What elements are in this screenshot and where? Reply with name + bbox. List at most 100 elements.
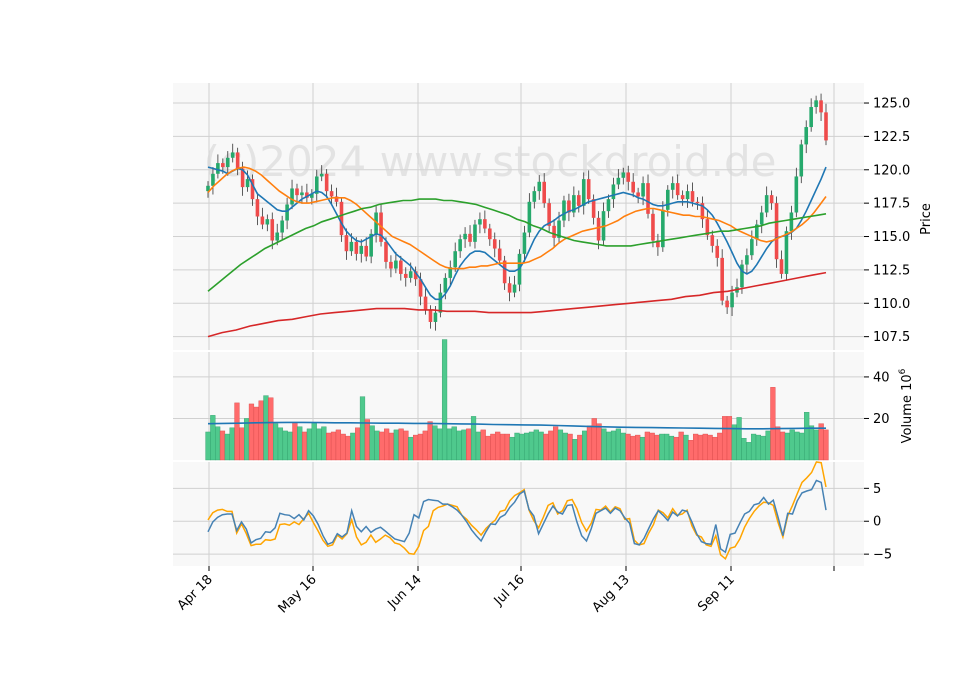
volume-bar [620, 432, 626, 461]
volume-bar [499, 433, 506, 461]
candle-body [507, 283, 512, 293]
volume-bar [311, 422, 317, 461]
x-tick-label: May 16 [276, 572, 320, 616]
candle-body [675, 183, 680, 196]
volume-bar [586, 425, 593, 461]
volume-bar [408, 436, 414, 461]
candle-body [542, 181, 546, 204]
osc-tick-label: −5 [873, 548, 892, 563]
volume-bar [630, 435, 636, 461]
volume-bar [741, 437, 747, 461]
candle-body [636, 192, 640, 197]
volume-bar [755, 434, 762, 461]
volume-bar [581, 430, 588, 461]
candle-body [779, 259, 784, 274]
candle-body [641, 183, 645, 197]
candle-body [764, 195, 769, 213]
candle-body [280, 220, 284, 233]
candle-body [819, 100, 823, 113]
volume-bar [248, 403, 255, 461]
volume-bar [639, 436, 646, 461]
candle-body [423, 296, 428, 310]
candle-body [225, 157, 230, 168]
volume-bar [388, 432, 395, 461]
candle-body [339, 201, 344, 236]
volume-bar [765, 430, 771, 461]
volume-bar [668, 435, 675, 461]
candle-body [290, 188, 294, 205]
price-tick-label: 122.5 [873, 130, 910, 145]
candle-body [799, 144, 804, 177]
volume-bar [205, 431, 211, 461]
volume-bar [485, 435, 491, 461]
oscillator-panel [173, 462, 864, 566]
volume-bar [808, 425, 815, 461]
candle-body [488, 228, 492, 240]
volume-bar [702, 433, 708, 461]
volume-bar [543, 433, 549, 461]
candle-body [428, 309, 433, 322]
volume-bar [379, 431, 385, 461]
candle-body [235, 152, 240, 169]
candle-body [354, 241, 359, 254]
candle-body [300, 192, 304, 196]
candle-body [433, 312, 438, 322]
candle-body [759, 212, 764, 225]
volume-bar [789, 429, 795, 461]
candle-body [463, 233, 467, 240]
candle-body [690, 191, 695, 202]
volume-bar [393, 429, 399, 461]
volume-bar [717, 432, 723, 461]
candle-body [562, 200, 566, 221]
candle-body [522, 232, 527, 254]
volume-bar [779, 431, 786, 461]
candle-body [295, 188, 299, 196]
volume-bar [726, 416, 733, 461]
candle-body [710, 235, 715, 246]
candle-body [626, 172, 631, 182]
candle-body [473, 224, 477, 242]
candle-body [399, 260, 403, 274]
volume-bar [345, 435, 351, 461]
volume-bar [818, 423, 824, 461]
candle-body [814, 100, 818, 108]
candle-body [483, 219, 487, 229]
volume-bar [272, 423, 279, 461]
candle-body [596, 217, 601, 241]
volume-bar [490, 433, 496, 461]
candle-body [804, 127, 809, 145]
volume-bar [253, 406, 259, 461]
volume-bar [731, 424, 737, 461]
candle-body [774, 203, 779, 260]
volume-bar [601, 428, 607, 461]
volume-axis-label-text: Volume 10 [900, 374, 915, 443]
volume-bar [693, 433, 699, 461]
volume-bar [446, 428, 453, 461]
volume-bar [775, 426, 781, 461]
candle-body [275, 232, 280, 241]
volume-bar [509, 436, 515, 461]
volume-bar [567, 433, 573, 461]
volume-bar [804, 412, 810, 461]
candle-body [211, 173, 215, 186]
candle-body [720, 257, 724, 301]
volume-bar [784, 432, 790, 461]
volume-bar [403, 430, 409, 461]
price-tick-label: 110.0 [873, 297, 910, 312]
volume-axis-label-exponent: 6 [898, 368, 908, 374]
volume-bar [514, 432, 520, 461]
volume-bar [224, 433, 230, 461]
x-tick-label: Jul 16 [491, 572, 528, 609]
volume-bar [326, 432, 332, 461]
candle-body [527, 201, 532, 233]
volume-bar [673, 436, 679, 461]
candle-body [631, 181, 635, 193]
candle-body [586, 179, 591, 200]
volume-bar [330, 431, 337, 461]
x-tick-label: Jun 14 [385, 572, 425, 612]
candle-body [221, 163, 225, 168]
volume-bar [234, 402, 240, 461]
candle-body [285, 204, 289, 221]
candle-body [577, 195, 581, 206]
price-tick-label: 117.5 [873, 197, 910, 212]
